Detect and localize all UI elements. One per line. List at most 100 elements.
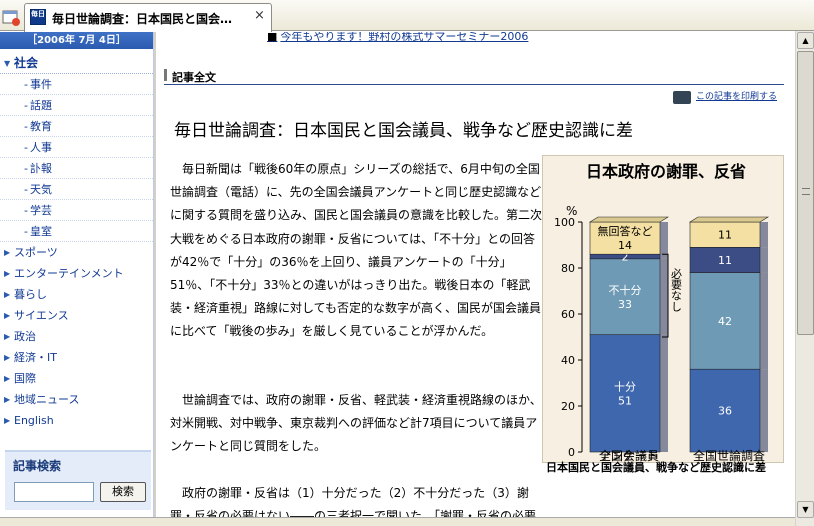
series-name-label: 無回答など	[598, 224, 653, 238]
sidebar-item[interactable]: ▶ 地域ニュース	[0, 389, 153, 410]
sidebar-nav: ▼ 社会 - 事件 - 話題 - 教育 - 人事 - 訃報 - 天気 - 学芸 - 皇室 ▶ スポーツ ▶ エンターテイン…	[0, 49, 153, 431]
bar-top	[588, 216, 670, 223]
sidebar-item[interactable]: ▶ サイエンス	[0, 305, 153, 326]
sidebar-item[interactable]: - 学芸	[0, 200, 153, 221]
data-label: 11	[718, 229, 732, 242]
sidebar-item-label: エンターテインメント	[14, 267, 124, 280]
tab-article[interactable]: 毎日 毎日世論調査：日本国民と国会… ×	[24, 3, 272, 32]
sidebar-item[interactable]: ▶ English	[0, 410, 153, 431]
y-tick-label: 20	[561, 400, 575, 413]
dash-icon: -	[24, 99, 28, 112]
sidebar-item[interactable]: - 訃報	[0, 158, 153, 179]
triangle-right-icon: ▶	[4, 416, 11, 425]
data-label: 11	[718, 254, 732, 267]
data-label: 36	[718, 405, 732, 418]
section-label: 記事全文	[172, 71, 216, 84]
dash-icon: -	[24, 204, 28, 217]
sidebar-item[interactable]: - 話題	[0, 95, 153, 116]
series-name-label: 不十分	[609, 283, 642, 297]
sidebar-item-label: English	[14, 414, 54, 427]
section-header: 記事全文	[164, 68, 784, 85]
bar-side	[660, 334, 668, 452]
data-label: 51	[618, 394, 632, 407]
sidebar-item-label: サイエンス	[14, 309, 69, 322]
article-search-panel: 記事検索 検索	[5, 450, 151, 510]
bullet-icon: ■	[267, 32, 278, 43]
dash-icon: -	[24, 78, 28, 91]
sidebar-item[interactable]: - 皇室	[0, 221, 153, 242]
triangle-right-icon: ▶	[4, 374, 11, 383]
sidebar-item-label: 社会	[14, 56, 39, 70]
article-pane: ■ 今年もやります！野村の株式サマーセミナー2006 記事全文 この記事を印刷する…	[156, 32, 794, 526]
scroll-down-button[interactable]: ▼	[797, 501, 814, 518]
triangle-right-icon: ▶	[4, 395, 11, 404]
sidebar-item-label: 国際	[14, 372, 36, 385]
sidebar-item-label: 暮らし	[14, 288, 47, 301]
mainichi-favicon-icon: 毎日	[30, 9, 46, 25]
search-title: 記事検索	[13, 459, 62, 473]
sidebar-item-label: スポーツ	[14, 246, 58, 259]
bar-top	[688, 216, 770, 223]
article-paragraph: 毎日新聞は「戦後60年の原点」シリーズの総括で、6月中旬の全国世論調査（電話）に…	[170, 162, 543, 339]
dash-icon: -	[24, 120, 28, 133]
printer-icon[interactable]	[673, 91, 691, 104]
sidebar-item-label: 政治	[14, 330, 36, 343]
triangle-down-icon: ▼	[4, 59, 11, 68]
sidebar-date: ［2006年 7月 4日］	[0, 32, 153, 49]
annotation-label: 必要なし	[670, 268, 683, 312]
scroll-up-button[interactable]: ▲	[797, 32, 814, 49]
bar-segment	[589, 258, 661, 336]
close-tab-button[interactable]: ×	[254, 8, 265, 23]
data-label: 14	[618, 239, 632, 252]
triangle-right-icon: ▶	[4, 248, 11, 257]
browser-tab-bar: 毎日 毎日世論調査：日本国民と国会… ×	[0, 0, 814, 32]
sidebar-item[interactable]: ▶ 国際	[0, 368, 153, 389]
dash-icon: -	[24, 141, 28, 154]
sidebar-item[interactable]: ▶ スポーツ	[0, 242, 153, 263]
promo-link[interactable]: ■ 今年もやります！野村の株式サマーセミナー2006	[267, 32, 528, 44]
triangle-right-icon: ▶	[4, 332, 11, 341]
status-bar	[0, 517, 795, 526]
new-tab-icon[interactable]	[2, 8, 20, 26]
search-button[interactable]: 検索	[100, 482, 146, 502]
grip-icon	[802, 188, 810, 195]
vertical-scrollbar[interactable]: ▲ ▼	[795, 31, 814, 526]
scroll-thumb[interactable]	[797, 51, 814, 335]
triangle-right-icon: ▶	[4, 353, 11, 362]
bar-side	[660, 258, 668, 335]
article-paragraph: 世論調査では、政府の謝罪・反省、軽武装・経済重視路線のほか、対米開戦、対中戦争、…	[170, 393, 542, 454]
data-label: 33	[618, 298, 632, 311]
sidebar-item[interactable]: ▶ 経済・IT	[0, 347, 153, 368]
sidebar-item[interactable]: ▶ 暮らし	[0, 284, 153, 305]
data-label: 42	[718, 315, 732, 328]
promo-link-text[interactable]: 今年もやります！野村の株式サマーセミナー2006	[280, 32, 528, 43]
stacked-bar-chart: %020406080100十分51不十分332無回答など14全国会議員アンケート…	[554, 204, 770, 462]
sidebar-item[interactable]: ▼ 社会	[0, 53, 153, 74]
dash-icon: -	[24, 162, 28, 175]
figure-caption: 日本国民と国会議員、戦争など歴史認識に差	[546, 461, 766, 474]
y-tick-label: 40	[561, 354, 575, 367]
y-tick-label: 60	[561, 308, 575, 321]
sidebar-item[interactable]: - 事件	[0, 74, 153, 95]
dash-icon: -	[24, 183, 28, 196]
sidebar-item[interactable]: - 天気	[0, 179, 153, 200]
search-input[interactable]	[14, 482, 94, 502]
bar-side	[760, 222, 768, 248]
sidebar: ［2006年 7月 4日］ ▼ 社会 - 事件 - 話題 - 教育 - 人事 - 訃報 - 天気 - 学芸 - 皇…	[0, 32, 154, 526]
bar-side	[660, 254, 668, 259]
bar-side	[660, 222, 668, 255]
y-tick-label: 80	[561, 262, 575, 275]
sidebar-item[interactable]: - 人事	[0, 137, 153, 158]
bar-side	[760, 247, 768, 273]
section-marker	[164, 69, 167, 81]
series-name-label: 十分	[614, 379, 636, 393]
sidebar-item[interactable]: ▶ エンターテインメント	[0, 263, 153, 284]
print-article-link[interactable]: この記事を印刷する	[696, 89, 777, 102]
sidebar-item-label: 地域ニュース	[14, 393, 80, 406]
tab-title: 毎日世論調査：日本国民と国会…	[52, 12, 233, 26]
sidebar-item[interactable]: - 教育	[0, 116, 153, 137]
dash-icon: -	[24, 225, 28, 238]
sidebar-item-label: 経済・IT	[14, 351, 57, 364]
sidebar-item[interactable]: ▶ 政治	[0, 326, 153, 347]
bar-side	[760, 272, 768, 370]
